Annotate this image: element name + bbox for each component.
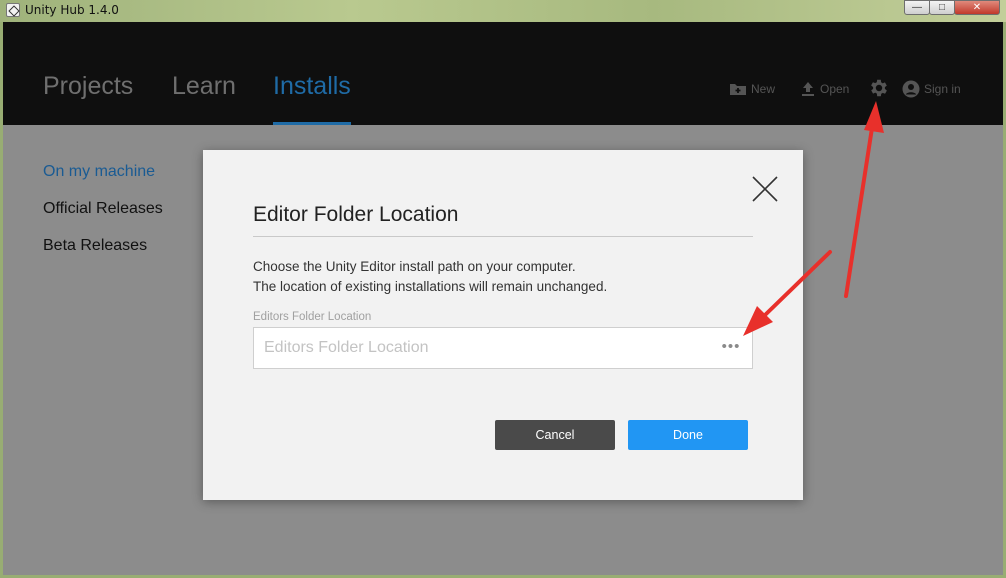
editors-folder-field: ••• [253,327,753,369]
gear-icon [868,77,890,99]
done-button[interactable]: Done [628,420,748,450]
minimize-button[interactable]: — [904,0,930,15]
new-folder-icon [729,82,747,96]
editors-folder-input[interactable] [254,328,694,368]
new-label: New [751,82,776,96]
close-dialog-button[interactable] [750,174,780,204]
app-header: Projects Learn Installs New Open Sign in [3,22,1003,125]
tab-projects[interactable]: Projects [43,72,133,101]
dialog-title: Editor Folder Location [253,203,459,226]
maximize-icon: □ [938,2,946,13]
maximize-button[interactable]: □ [929,0,955,15]
dialog-description-line-1: Choose the Unity Editor install path on … [253,259,576,274]
tab-installs[interactable]: Installs [273,72,351,101]
sign-in-button[interactable]: Sign in [902,79,961,99]
editor-folder-location-dialog: Editor Folder Location Choose the Unity … [203,150,803,500]
editors-folder-field-label: Editors Folder Location [253,311,372,323]
close-window-button[interactable]: ✕ [954,0,1000,15]
minimize-icon: — [912,2,922,13]
window-title: Unity Hub 1.4.0 [25,3,119,17]
open-project-button[interactable]: Open [800,79,849,99]
open-label: Open [820,82,850,96]
sidebar-item-on-my-machine[interactable]: On my machine [43,163,155,181]
sidebar-item-official-releases[interactable]: Official Releases [43,200,163,218]
sidebar-item-beta-releases[interactable]: Beta Releases [43,237,147,255]
upload-icon [800,81,816,97]
sign-in-label: Sign in [924,82,961,96]
dialog-description-line-2: The location of existing installations w… [253,279,608,294]
new-project-button[interactable]: New [729,79,775,99]
close-icon [750,176,780,208]
settings-button[interactable] [868,78,890,98]
close-icon: ✕ [972,2,982,13]
tab-learn[interactable]: Learn [172,72,236,101]
unity-app-icon [6,3,20,17]
cancel-button[interactable]: Cancel [495,420,615,450]
account-icon [902,80,920,98]
window-titlebar[interactable]: Unity Hub 1.4.0 — □ ✕ [0,0,1006,22]
browse-folder-button[interactable]: ••• [720,338,742,358]
title-divider [253,236,753,237]
